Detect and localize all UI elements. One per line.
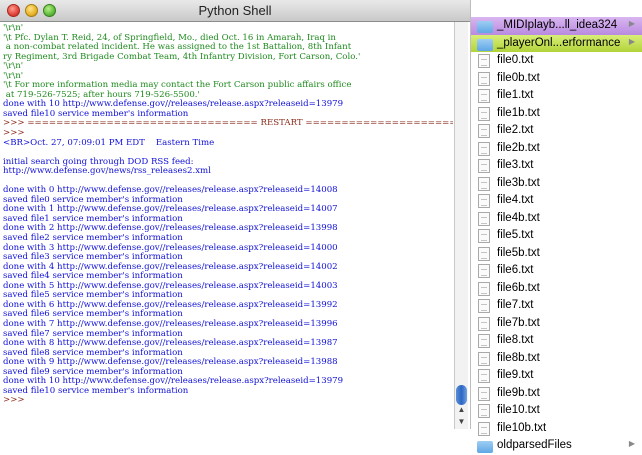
finder-item-name: file9b.txt bbox=[497, 386, 540, 399]
text-file-icon bbox=[478, 299, 490, 313]
finder-file-item[interactable]: file9b.txt bbox=[471, 385, 642, 403]
finder-item-name: file1b.txt bbox=[497, 106, 540, 119]
shell-line: http://www.defense.gov/news/rss_releases… bbox=[3, 166, 211, 177]
finder-file-item[interactable]: file8.txt bbox=[471, 332, 642, 350]
shell-line: <BR>Oct. 27, 07:09:01 PM EDT Eastern Tim… bbox=[3, 137, 215, 148]
finder-file-item[interactable]: file4.txt bbox=[471, 192, 642, 210]
text-file-icon bbox=[478, 211, 490, 226]
disclosure-arrow-icon: ▶ bbox=[628, 36, 635, 46]
text-file-icon bbox=[478, 54, 490, 68]
finder-item-name: file5b.txt bbox=[497, 246, 540, 259]
finder-item-name: file2.txt bbox=[497, 124, 534, 136]
text-file-icon bbox=[478, 264, 490, 278]
finder-file-item[interactable]: file0b.txt bbox=[471, 70, 642, 88]
finder-file-item[interactable]: file1.txt bbox=[471, 87, 642, 105]
finder-item-name: file1.txt bbox=[497, 89, 534, 101]
finder-item-name: file8b.txt bbox=[497, 351, 540, 364]
text-file-icon bbox=[478, 246, 490, 261]
finder-item-name: file7.txt bbox=[497, 299, 534, 311]
folder-icon bbox=[477, 441, 493, 453]
text-file-icon bbox=[478, 386, 490, 401]
finder-item-name: file0b.txt bbox=[497, 71, 540, 84]
finder-item-name: file4.txt bbox=[497, 194, 534, 206]
folder-icon bbox=[477, 38, 493, 51]
text-file-icon bbox=[478, 159, 490, 173]
finder-file-item[interactable]: file10b.txt bbox=[471, 420, 642, 438]
finder-file-item[interactable]: file8b.txt bbox=[471, 350, 642, 368]
finder-file-item[interactable]: file6b.txt bbox=[471, 280, 642, 298]
text-file-icon bbox=[478, 316, 490, 331]
text-file-icon bbox=[478, 194, 490, 208]
finder-file-item[interactable]: file5b.txt bbox=[471, 245, 642, 263]
finder-item-name: file10b.txt bbox=[497, 421, 547, 434]
finder-file-item[interactable]: file3.txt bbox=[471, 157, 642, 175]
text-file-icon bbox=[478, 71, 490, 86]
scroll-thumb[interactable] bbox=[456, 385, 467, 405]
text-file-icon bbox=[478, 369, 490, 383]
finder-file-item[interactable]: file3b.txt bbox=[471, 175, 642, 193]
finder-file-item[interactable]: file2b.txt bbox=[471, 140, 642, 158]
text-file-icon bbox=[478, 351, 490, 366]
disclosure-arrow-icon: ▶ bbox=[628, 19, 635, 28]
finder-item-name: file0.txt bbox=[497, 54, 534, 66]
finder-item-name: file3b.txt bbox=[497, 176, 540, 189]
finder-file-item[interactable]: file6.txt bbox=[471, 262, 642, 280]
finder-item-name: file3.txt bbox=[497, 159, 534, 171]
finder-item-name: file8.txt bbox=[497, 334, 534, 346]
finder-item-name: file6b.txt bbox=[497, 281, 540, 294]
text-file-icon bbox=[478, 281, 490, 296]
folder-icon bbox=[477, 21, 493, 33]
shell-line: saved file10 service member's informatio… bbox=[3, 385, 189, 396]
finder-column: _MIDIplayb...ll_idea324 ▶ _playerOnl...erf… bbox=[470, 0, 642, 453]
finder-file-item[interactable]: file2.txt bbox=[471, 122, 642, 140]
title-bar[interactable]: Python Shell bbox=[0, 0, 470, 22]
scroll-down-arrow-icon[interactable]: ▼ bbox=[455, 415, 468, 428]
finder-file-item[interactable]: file7.txt bbox=[471, 297, 642, 315]
text-file-icon bbox=[478, 141, 490, 156]
finder-item-name: file6.txt bbox=[497, 264, 534, 276]
text-file-icon bbox=[478, 334, 490, 348]
finder-file-item[interactable]: file7b.txt bbox=[471, 315, 642, 333]
shell-output[interactable]: '\r\n' '\t Pfc. Dylan T. Reid, 24, of Spr… bbox=[3, 24, 453, 427]
shell-line: >>> bbox=[3, 395, 25, 406]
finder-item-name: file2b.txt bbox=[497, 141, 540, 154]
text-file-icon bbox=[478, 124, 490, 138]
finder-item-name: file4b.txt bbox=[497, 211, 540, 224]
shell-line: >>> ================================ RES… bbox=[3, 118, 453, 129]
finder-folder-item[interactable]: oldparsedFiles ▶ bbox=[471, 437, 642, 455]
finder-item-name: _MIDIplayb...ll_idea324 bbox=[497, 19, 618, 31]
finder-item-name: oldparsedFiles bbox=[497, 439, 572, 451]
finder-item-name: file10.txt bbox=[497, 404, 540, 416]
text-file-icon bbox=[478, 89, 490, 103]
text-file-icon bbox=[478, 404, 490, 418]
finder-item-name: file7b.txt bbox=[497, 316, 540, 329]
finder-file-item[interactable]: file1b.txt bbox=[471, 105, 642, 123]
finder-file-item[interactable]: file5.txt bbox=[471, 227, 642, 245]
finder-file-item[interactable]: file4b.txt bbox=[471, 210, 642, 228]
finder-folder-item[interactable]: _MIDIplayb...ll_idea324 ▶ bbox=[471, 17, 642, 35]
text-file-icon bbox=[478, 229, 490, 243]
finder-item-name: _playerOnl...erformance bbox=[497, 36, 621, 49]
text-file-icon bbox=[478, 106, 490, 121]
disclosure-arrow-icon: ▶ bbox=[628, 439, 635, 448]
shell-line: '\r\n' bbox=[3, 61, 24, 72]
finder-item-name: file5.txt bbox=[497, 229, 534, 241]
finder-folder-item[interactable]: _playerOnl...erformance ▶ bbox=[471, 34, 642, 52]
text-file-icon bbox=[478, 176, 490, 191]
python-shell-window: Python Shell '\r\n' '\t Pfc. Dylan T. Rei… bbox=[0, 0, 470, 429]
shell-line: ry Regiment, 3rd Brigade Combat Team, 4t… bbox=[3, 51, 361, 62]
vertical-scrollbar[interactable]: ▲ ▼ bbox=[454, 22, 468, 429]
finder-file-item[interactable]: file10.txt bbox=[471, 402, 642, 420]
finder-file-item[interactable]: file9.txt bbox=[471, 367, 642, 385]
finder-item-name: file9.txt bbox=[497, 369, 534, 381]
window-title: Python Shell bbox=[198, 3, 272, 18]
finder-file-item[interactable]: file0.txt bbox=[471, 52, 642, 70]
